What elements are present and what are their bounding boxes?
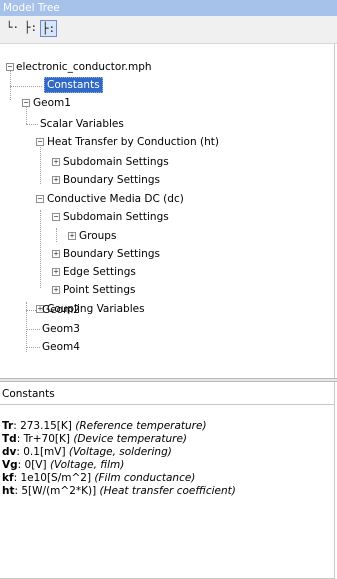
collapse-icon[interactable]: −	[36, 195, 44, 203]
constant-name: ht	[2, 485, 15, 497]
constant-row: Td: Tr+70[K] (Device temperature)	[2, 433, 187, 446]
tree-node-label: Constants	[44, 77, 103, 93]
tree-line-root-2	[10, 86, 11, 100]
model-tree-title: Model Tree	[0, 0, 337, 16]
constant-value: : 0.1[mV]	[16, 446, 69, 458]
constant-value: : 5[W/(m^2*K)]	[14, 485, 100, 497]
constant-description: (Heat transfer coefficient)	[99, 485, 236, 497]
expand-icon[interactable]: +	[52, 286, 60, 294]
constant-name: Vg	[2, 459, 18, 471]
tree-full-button[interactable]: ├:	[40, 20, 57, 37]
constant-description: (Voltage, film)	[49, 459, 125, 471]
constant-name: Tr	[2, 420, 14, 432]
constant-value: : 1e10[S/m^2]	[13, 472, 95, 484]
tree-line-geom3	[26, 329, 40, 330]
tree-node-label: electronic_conductor.mph	[16, 61, 152, 73]
tree-node-label: Subdomain Settings	[63, 156, 169, 168]
tree-node-label: Geom3	[42, 323, 80, 335]
constant-value: : Tr+70[K]	[16, 433, 74, 445]
model-tree: − electronic_conductor.mph Constants − G…	[0, 44, 335, 378]
tree-line-ht	[40, 144, 41, 184]
tree-node-label: Scalar Variables	[40, 118, 124, 130]
constant-row: dv: 0.1[mV] (Voltage, soldering)	[2, 446, 172, 459]
constant-value: : 273.15[K]	[13, 420, 76, 432]
panel-divider	[0, 404, 335, 405]
constants-panel: Constants Tr: 273.15[K] (Reference tempe…	[0, 382, 335, 579]
constant-description: (Voltage, soldering)	[68, 446, 172, 458]
expand-icon[interactable]: +	[68, 232, 76, 240]
expand-icon[interactable]: +	[52, 268, 60, 276]
collapse-icon[interactable]: −	[6, 63, 14, 71]
constant-name: Td	[2, 433, 17, 445]
collapse-icon[interactable]: −	[36, 138, 44, 146]
tree-lines-button[interactable]: └·	[4, 20, 21, 37]
tree-node-label: Boundary Settings	[63, 174, 160, 186]
tree-node-label: Subdomain Settings	[63, 211, 169, 223]
tree-line-geom4	[26, 347, 40, 348]
constant-description: (Reference temperature)	[75, 420, 207, 432]
tree-node-label: Point Settings	[63, 284, 136, 296]
constant-name: kf	[2, 472, 14, 484]
constant-name: dv	[2, 446, 17, 458]
tree-line-root	[10, 70, 11, 86]
tree-line-scalar	[26, 124, 38, 125]
tree-node-label: Geom2	[42, 304, 80, 316]
tree-node-label: Edge Settings	[63, 266, 136, 278]
tree-toolbar: └· ├: ├:	[0, 16, 337, 44]
tree-node-label: Geom4	[42, 341, 80, 353]
tree-node-label: Geom1	[33, 97, 71, 109]
tree-line-dc-sub	[56, 228, 57, 242]
tree-node-label: Boundary Settings	[63, 248, 160, 260]
constant-value: : 0[V]	[17, 459, 50, 471]
tree-node-label: Groups	[79, 230, 117, 242]
tree-line-dc	[40, 210, 41, 288]
panel-title: Constants	[2, 388, 55, 400]
tree-line-geom1	[26, 106, 27, 124]
constant-row: Tr: 273.15[K] (Reference temperature)	[2, 420, 207, 433]
constant-row: kf: 1e10[S/m^2] (Film conductance)	[2, 472, 195, 485]
expand-icon[interactable]: +	[52, 250, 60, 258]
tree-branches-button[interactable]: ├:	[22, 20, 39, 37]
constant-description: (Film conductance)	[94, 472, 196, 484]
collapse-icon[interactable]: −	[52, 213, 60, 221]
constant-row: ht: 5[W/(m^2*K)] (Heat transfer coeffici…	[2, 485, 236, 498]
tree-node-label: Conductive Media DC (dc)	[47, 193, 184, 205]
constant-row: Vg: 0[V] (Voltage, film)	[2, 459, 124, 472]
expand-icon[interactable]: +	[52, 158, 60, 166]
tree-node-label: Heat Transfer by Conduction (ht)	[47, 136, 219, 148]
collapse-icon[interactable]: −	[22, 99, 30, 107]
constant-description: (Device temperature)	[73, 433, 187, 445]
tree-line-constants	[10, 86, 42, 87]
expand-icon[interactable]: +	[52, 176, 60, 184]
